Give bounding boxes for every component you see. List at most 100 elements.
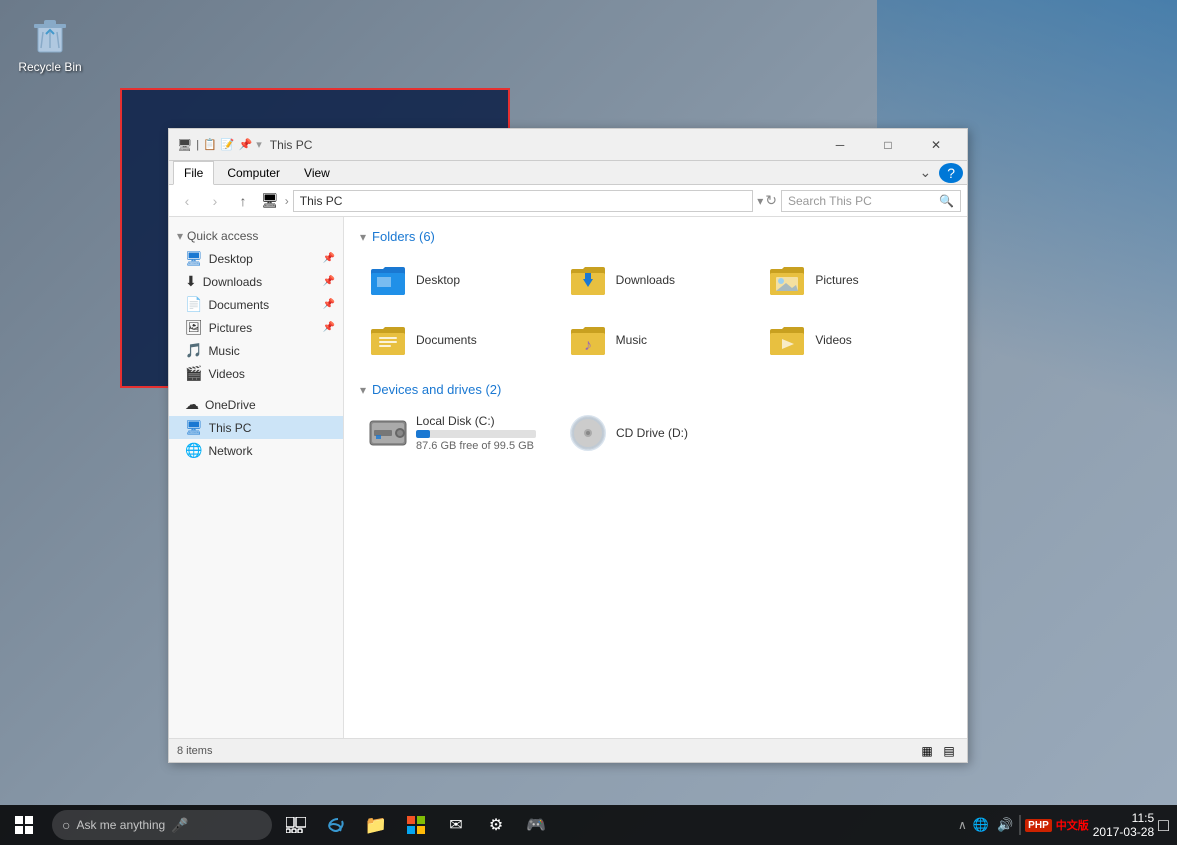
folder-music[interactable]: ♪ Music [560, 314, 752, 366]
folder-videos-label: Videos [815, 333, 851, 347]
ribbon-tabs: File Computer View ⌄ ? [169, 161, 967, 184]
address-bar: ‹ › ↑ 🖥 › This PC ▾ ↻ Search This PC 🔍 [169, 185, 967, 217]
cd-drive-info: CD Drive (D:) [616, 426, 688, 440]
games-icon[interactable]: 🎮 [516, 805, 556, 845]
ribbon-toggle[interactable]: ⌄ [911, 162, 939, 183]
minimize-button[interactable]: ─ [817, 129, 863, 161]
back-button[interactable]: ‹ [175, 189, 199, 213]
recycle-bin[interactable]: Recycle Bin [15, 10, 85, 74]
explorer-icon: 🖥 [177, 138, 192, 152]
tab-computer[interactable]: Computer [216, 161, 291, 184]
recycle-bin-icon [26, 10, 74, 58]
search-box[interactable]: Search This PC 🔍 [781, 190, 961, 212]
sidebar-item-pictures[interactable]: 🖼 Pictures 📌 [169, 316, 343, 339]
items-count: 8 items [177, 745, 212, 757]
network-label: Network [208, 444, 252, 458]
folders-chevron[interactable]: ▾ [360, 230, 366, 244]
folder-desktop-icon [368, 260, 408, 300]
mail-icon[interactable]: ✉ [436, 805, 476, 845]
task-view-button[interactable] [276, 805, 316, 845]
sidebar-item-onedrive[interactable]: ☁ OneDrive [169, 393, 343, 416]
folder-videos-icon [767, 320, 807, 360]
folder-documents[interactable]: Documents [360, 314, 552, 366]
settings-icon[interactable]: ⚙ [476, 805, 516, 845]
local-disk-name: Local Disk (C:) [416, 414, 536, 428]
search-bar-text: Ask me anything [76, 818, 165, 832]
ribbon-icon-1: 📋 [203, 138, 217, 151]
quick-access-label: Quick access [187, 229, 258, 243]
maximize-button[interactable]: □ [865, 129, 911, 161]
refresh-button[interactable]: ↻ [765, 192, 777, 209]
folders-section-title: Folders (6) [372, 229, 435, 244]
pin-icon-documents: 📌 [323, 299, 335, 310]
folder-music-label: Music [616, 333, 647, 347]
recycle-bin-label: Recycle Bin [18, 60, 81, 74]
pin-icon-downloads: 📌 [323, 276, 335, 287]
lang-badge: 中文版 [1056, 817, 1089, 833]
music-folder-icon: 🎵 [185, 342, 202, 359]
taskbar: ○ Ask me anything 🎤 📁 [0, 805, 1177, 845]
folder-pictures[interactable]: Pictures [759, 254, 951, 306]
device-local-disk[interactable]: Local Disk (C:) 87.6 GB free of 99.5 GB [360, 407, 544, 459]
folder-taskbar-icon: 📁 [365, 815, 387, 836]
mic-icon[interactable]: 🎤 [171, 817, 188, 834]
devices-section-title: Devices and drives (2) [372, 382, 501, 397]
sidebar-desktop-label: Desktop [209, 252, 253, 266]
folder-desktop-label: Desktop [416, 273, 460, 287]
folder-pictures-label: Pictures [815, 273, 858, 287]
list-view-button[interactable]: ▤ [939, 742, 959, 760]
action-center-button[interactable]: □ [1158, 815, 1169, 836]
forward-button[interactable]: › [203, 189, 227, 213]
grid-view-button[interactable]: ▦ [917, 742, 937, 760]
sidebar-item-videos[interactable]: 🎬 Videos [169, 362, 343, 385]
time-display: 11:5 [1132, 811, 1154, 825]
tab-view[interactable]: View [293, 161, 341, 184]
device-cd-drive[interactable]: CD Drive (D:) [560, 407, 740, 459]
search-circle-icon: ○ [62, 817, 70, 833]
dropdown-arrow[interactable]: ▾ [757, 194, 763, 208]
main-content: ▾ Quick access 🖥 Desktop 📌 ⬇ Downloads 📌 [169, 217, 967, 738]
start-button[interactable] [0, 805, 48, 845]
notification-chevron[interactable]: ∧ [958, 818, 967, 832]
folder-documents-label: Documents [416, 333, 477, 347]
window-title: This PC [270, 138, 313, 152]
quick-access-section: ▾ Quick access [169, 225, 343, 247]
taskbar-search[interactable]: ○ Ask me anything 🎤 [52, 810, 272, 840]
view-options: ▦ ▤ [917, 742, 959, 760]
file-explorer-icon[interactable]: 📁 [356, 805, 396, 845]
local-disk-info: Local Disk (C:) 87.6 GB free of 99.5 GB [416, 414, 536, 452]
sidebar-item-desktop[interactable]: 🖥 Desktop 📌 [169, 247, 343, 270]
sidebar-item-documents[interactable]: 📄 Documents 📌 [169, 293, 343, 316]
volume-icon[interactable]: 🔊 [995, 815, 1015, 835]
content-area: ▾ Folders (6) Desktop [344, 217, 967, 738]
computer-icon: 🖥 [259, 190, 281, 211]
tab-file[interactable]: File [173, 161, 214, 185]
folder-pictures-icon [767, 260, 807, 300]
sidebar-item-music[interactable]: 🎵 Music [169, 339, 343, 362]
sidebar-item-network[interactable]: 🌐 Network [169, 439, 343, 462]
pictures-folder-icon: 🖼 [185, 319, 203, 336]
folder-videos[interactable]: Videos [759, 314, 951, 366]
up-button[interactable]: ↑ [231, 189, 255, 213]
store-icon[interactable] [396, 805, 436, 845]
sidebar-item-this-pc[interactable]: 🖥 This PC [169, 416, 343, 439]
sidebar: ▾ Quick access 🖥 Desktop 📌 ⬇ Downloads 📌 [169, 217, 344, 738]
close-button[interactable]: ✕ [913, 129, 959, 161]
address-path-text: This PC [300, 194, 343, 208]
folder-downloads[interactable]: Downloads [560, 254, 752, 306]
drive-bar-container [416, 430, 536, 438]
ribbon: File Computer View ⌄ ? [169, 161, 967, 185]
network-status-icon[interactable]: 🌐 [971, 815, 991, 835]
folder-desktop[interactable]: Desktop [360, 254, 552, 306]
help-button[interactable]: ? [939, 163, 963, 183]
php-badge: PHP [1025, 819, 1052, 832]
sidebar-pictures-label: Pictures [209, 321, 252, 335]
title-bar-left: 🖥 | 📋 📝 📌 ▾ This PC [177, 138, 312, 152]
address-path[interactable]: This PC [293, 190, 753, 212]
explorer-window: 🖥 | 📋 📝 📌 ▾ This PC ─ □ ✕ File Computer … [168, 128, 968, 763]
devices-chevron[interactable]: ▾ [360, 383, 366, 397]
status-bar: 8 items ▦ ▤ [169, 738, 967, 762]
edge-icon[interactable] [316, 805, 356, 845]
time-date: 11:5 2017-03-28 [1093, 811, 1154, 839]
sidebar-item-downloads[interactable]: ⬇ Downloads 📌 [169, 270, 343, 293]
